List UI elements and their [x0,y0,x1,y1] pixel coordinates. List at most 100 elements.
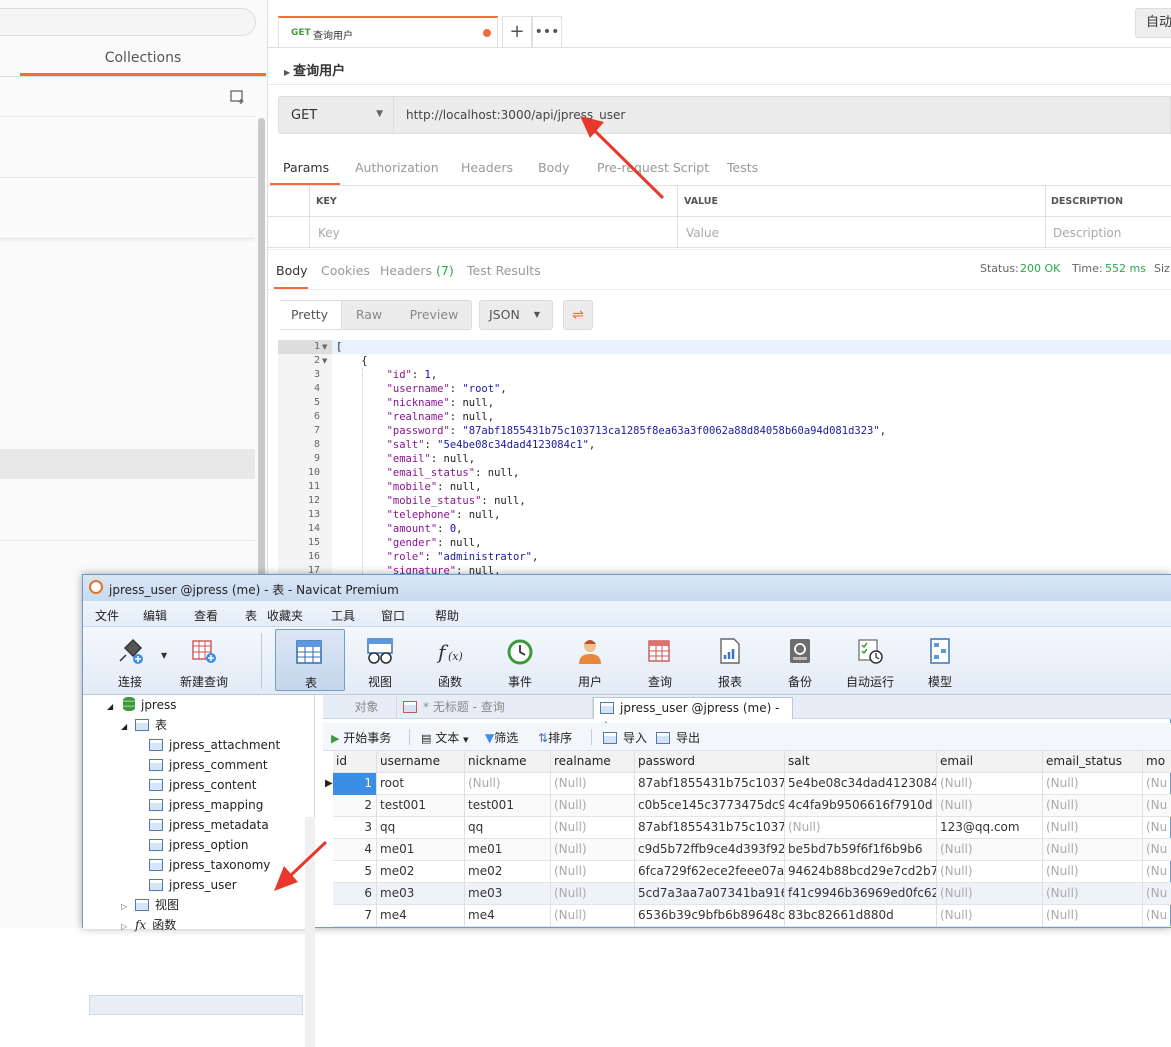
menu-help[interactable]: 帮助 [435,607,459,624]
grid-cell[interactable]: 5cd7a3aa7a07341ba916c [635,883,785,905]
import-button[interactable]: 导入 [603,729,647,746]
table-row[interactable]: 5 me02 me02 (Null) 6fca729f62ece2feee07af9 94… [333,861,1171,883]
menu-file[interactable]: 文件 [95,607,119,624]
tree-node-table[interactable]: jpress_content [149,775,256,795]
preview-button[interactable]: Preview [400,301,468,329]
table-row[interactable]: 3 qq qq (Null) 87abf1855431b75c10371 (Null) 12… [333,817,1171,839]
menu-table[interactable]: 表 [245,607,257,624]
connect-dropdown-icon[interactable]: ▼ [161,651,167,660]
grid-cell[interactable]: (Null) [551,839,635,861]
grid-cell[interactable]: (Null) [1043,861,1143,883]
format-select[interactable]: JSON ▼ [479,300,553,330]
grid-cell[interactable]: 5 [333,861,377,883]
view-button[interactable]: 视图 [347,629,413,691]
grid-cell[interactable]: c0b5ce145c3773475dc93 [635,795,785,817]
grid-cell[interactable]: me02 [465,861,551,883]
table-button[interactable]: 表 [275,629,345,691]
grid-cell[interactable]: (Null) [1043,883,1143,905]
function-button[interactable]: f (x) 函数 [417,629,483,691]
menu-favorites[interactable]: 收藏夹 [267,607,303,624]
table-row[interactable]: 2 test001 test001 (Null) c0b5ce145c3773475dc… [333,795,1171,817]
tree-node-table[interactable]: jpress_mapping [149,795,263,815]
automation-button[interactable]: 自动运行 [837,629,903,691]
menu-tools[interactable]: 工具 [331,607,355,624]
new-query-button[interactable]: 新建查询 [171,629,237,691]
grid-cell[interactable]: 6fca729f62ece2feee07af9 [635,861,785,883]
tree-node-functions[interactable]: ▷ fx 函数 [121,915,176,935]
backup-button[interactable]: 备份 [767,629,833,691]
grid-cell[interactable]: be5bd7b59f6f1f6b9b6 [785,839,937,861]
tab-response-headers[interactable]: Headers (7) [380,263,454,278]
table-row[interactable]: 1 root (Null) (Null) 87abf1855431b75c10371 5e… [333,773,1171,795]
grid-cell[interactable]: me03 [377,883,465,905]
tab-request[interactable]: GET 查询用户 [278,16,498,48]
menu-edit[interactable]: 编辑 [143,607,167,624]
tree-node-table[interactable]: jpress_option [149,835,248,855]
grid-cell[interactable]: qq [377,817,465,839]
grid-cell[interactable]: me02 [377,861,465,883]
grid-cell[interactable]: (Null) [1043,839,1143,861]
model-button[interactable]: 模型 [907,629,973,691]
grid-cell[interactable]: (Null) [551,905,635,927]
scrollbar[interactable] [258,118,265,578]
key-input[interactable]: Key [318,226,668,240]
grid-cell[interactable]: (Null) [937,773,1043,795]
grid-cell[interactable]: root [377,773,465,795]
grid-cell[interactable]: (Null) [785,817,937,839]
grid-cell[interactable]: 123@qq.com [937,817,1043,839]
tree-node-table[interactable]: jpress_metadata [149,815,269,835]
menu-window[interactable]: 窗口 [381,607,405,624]
grid-cell[interactable]: (Null) [937,905,1043,927]
grid-cell[interactable]: (Null) [1043,905,1143,927]
grid-cell[interactable]: (Null) [937,795,1043,817]
url-input[interactable]: http://localhost:3000/api/jpress_user [394,96,1171,134]
method-select[interactable]: GET ▼ [278,96,394,134]
menu-view[interactable]: 查看 [194,607,218,624]
grid-cell[interactable]: me01 [465,839,551,861]
tab-collections[interactable]: Collections [20,46,266,76]
grid-cell[interactable]: 1 [333,773,377,795]
grid-cell[interactable]: test001 [465,795,551,817]
tab-tests[interactable]: Tests [727,160,758,175]
column-header[interactable]: mo [1143,751,1171,773]
connect-button[interactable]: 连接 [97,629,163,691]
grid-cell[interactable]: me4 [377,905,465,927]
grid-cell[interactable]: 2 [333,795,377,817]
filter-button[interactable]: ▼筛选 [485,729,518,746]
list-item[interactable] [0,449,255,479]
grid-cell[interactable]: 87abf1855431b75c10371 [635,773,785,795]
table-row[interactable]: 4 me01 me01 (Null) c9d5b72ffb9ce4d393f925 be5… [333,839,1171,861]
grid-cell[interactable]: test001 [377,795,465,817]
grid-cell[interactable]: (Nu [1143,817,1171,839]
fold-icon[interactable]: ▼ [322,340,327,354]
grid-cell[interactable]: 83bc82661d880d [785,905,937,927]
fold-icon[interactable]: ▼ [322,354,327,368]
grid-cell[interactable]: me01 [377,839,465,861]
sort-button[interactable]: ⇅排序 [538,729,572,746]
column-header[interactable]: realname [551,751,635,773]
grid-cell[interactable]: 87abf1855431b75c10371 [635,817,785,839]
table-row[interactable]: 6 me03 me03 (Null) 5cd7a3aa7a07341ba916c f41c… [333,883,1171,905]
grid-cell[interactable]: (Null) [937,839,1043,861]
grid-cell[interactable]: (Nu [1143,861,1171,883]
search-input[interactable] [0,8,256,36]
grid-cell[interactable]: 3 [333,817,377,839]
tab-test-results[interactable]: Test Results [467,263,541,278]
column-header[interactable]: email [937,751,1043,773]
grid-cell[interactable]: me4 [465,905,551,927]
grid-cell[interactable]: (Null) [937,883,1043,905]
event-button[interactable]: 事件 [487,629,553,691]
tab-response-body[interactable]: Body [276,263,308,278]
grid-cell[interactable]: (Nu [1143,773,1171,795]
report-button[interactable]: 报表 [697,629,763,691]
grid-cell[interactable]: (Nu [1143,795,1171,817]
tree-node-views[interactable]: ▷ 视图 [121,895,179,915]
grid-cell[interactable]: (Null) [551,795,635,817]
grid-cell[interactable]: (Null) [937,861,1043,883]
grid-cell[interactable]: 94624b88bcd29e7cd2b74 [785,861,937,883]
wrap-lines-icon[interactable]: ⇌ [563,300,593,330]
grid-cell[interactable]: me03 [465,883,551,905]
grid-cell[interactable]: 7 [333,905,377,927]
tree-node-database[interactable]: ◢ jpress [107,695,177,715]
grid-cell[interactable]: 5e4be08c34dad4123084c [785,773,937,795]
